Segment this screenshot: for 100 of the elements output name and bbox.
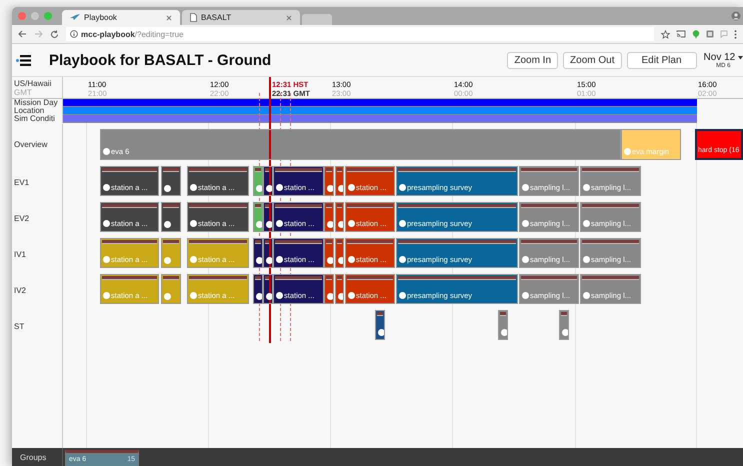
info-icon bbox=[70, 30, 78, 38]
row-label: EV2 bbox=[14, 214, 30, 222]
status-dot bbox=[399, 184, 406, 191]
status-dot bbox=[583, 256, 590, 263]
band-label: Location bbox=[14, 107, 44, 115]
groups-label: Groups bbox=[20, 452, 46, 462]
row-label: IV1 bbox=[14, 250, 26, 258]
timezone-label: US/Hawaii bbox=[14, 78, 52, 88]
status-dot bbox=[276, 256, 283, 263]
activity-block[interactable] bbox=[324, 202, 334, 232]
status-dot bbox=[256, 257, 262, 264]
activity-block[interactable] bbox=[263, 274, 273, 304]
status-dot bbox=[190, 220, 197, 227]
close-tab-icon[interactable] bbox=[166, 14, 172, 20]
cast-icon[interactable] bbox=[676, 30, 686, 38]
status-dot bbox=[190, 256, 197, 263]
activity-block[interactable] bbox=[324, 166, 334, 196]
activity-block[interactable] bbox=[161, 166, 181, 196]
activity-block[interactable] bbox=[263, 202, 273, 232]
status-dot bbox=[399, 256, 406, 263]
caret-icon bbox=[738, 56, 743, 60]
url-text: mcc-playbook/?editing=true bbox=[81, 30, 184, 38]
menu-icon[interactable] bbox=[16, 54, 31, 66]
toolbar-button[interactable]: Zoom Out bbox=[563, 52, 622, 68]
status-dot bbox=[164, 257, 171, 264]
activity-block[interactable] bbox=[161, 202, 181, 232]
status-dot bbox=[583, 220, 590, 227]
status-dot bbox=[327, 293, 333, 300]
status-dot bbox=[103, 184, 110, 191]
activity-block[interactable] bbox=[253, 238, 263, 268]
status-dot bbox=[190, 292, 197, 299]
status-dot bbox=[583, 292, 590, 299]
toolbar-button[interactable]: Edit Plan bbox=[626, 52, 697, 68]
page-icon bbox=[190, 13, 197, 22]
status-dot bbox=[348, 292, 355, 299]
row-label: Overview bbox=[14, 140, 48, 148]
status-dot bbox=[378, 329, 384, 336]
activity-block[interactable] bbox=[161, 238, 181, 268]
status-dot bbox=[164, 293, 171, 300]
more-icon[interactable] bbox=[734, 30, 737, 38]
status-dot bbox=[266, 185, 272, 192]
activity-block[interactable] bbox=[161, 274, 181, 304]
activity-block[interactable] bbox=[335, 274, 344, 304]
status-dot bbox=[103, 148, 110, 155]
reload-icon[interactable] bbox=[50, 30, 59, 38]
activity-block[interactable] bbox=[263, 166, 273, 196]
status-dot bbox=[103, 220, 110, 227]
status-dot bbox=[327, 257, 333, 264]
status-dot bbox=[256, 293, 262, 300]
status-dot bbox=[190, 184, 197, 191]
extension-icon[interactable] bbox=[706, 30, 714, 38]
activity-block[interactable] bbox=[335, 166, 344, 196]
status-dot bbox=[266, 221, 272, 228]
status-dot bbox=[399, 220, 406, 227]
toolbar-button[interactable]: Zoom In bbox=[507, 52, 558, 68]
status-dot bbox=[256, 185, 262, 192]
status-dot bbox=[348, 256, 355, 263]
activity-block[interactable] bbox=[498, 310, 508, 340]
status-dot bbox=[338, 221, 343, 228]
status-dot bbox=[562, 329, 568, 336]
status-dot bbox=[266, 257, 272, 264]
browser-tab[interactable]: Playbook bbox=[62, 10, 180, 25]
page-title: Playbook for BASALT - Ground bbox=[49, 52, 272, 68]
status-dot bbox=[103, 256, 110, 263]
activity-block[interactable] bbox=[253, 202, 263, 232]
activity-block[interactable] bbox=[559, 310, 569, 340]
status-dot bbox=[338, 185, 343, 192]
status-dot bbox=[348, 220, 355, 227]
activity-block[interactable] bbox=[375, 310, 385, 340]
status-dot bbox=[327, 221, 333, 228]
status-dot bbox=[501, 329, 507, 336]
status-dot bbox=[338, 293, 343, 300]
band-label: Sim Conditi bbox=[14, 115, 55, 123]
status-dot bbox=[276, 220, 283, 227]
profile-icon[interactable] bbox=[731, 11, 741, 21]
row-label: ST bbox=[14, 322, 24, 330]
status-dot bbox=[624, 148, 631, 155]
status-dot bbox=[256, 221, 262, 228]
activity-block[interactable] bbox=[324, 274, 334, 304]
status-dot bbox=[276, 292, 283, 299]
star-icon[interactable] bbox=[661, 30, 670, 38]
address-field[interactable]: mcc-playbook/?editing=true bbox=[66, 27, 654, 41]
band-label: Mission Day bbox=[14, 99, 58, 107]
status-dot bbox=[522, 292, 529, 299]
activity-block[interactable] bbox=[335, 202, 344, 232]
browser-tab[interactable]: BASALT bbox=[182, 10, 300, 25]
status-dot bbox=[266, 293, 272, 300]
row-label: IV2 bbox=[14, 286, 26, 294]
activity-block[interactable] bbox=[335, 238, 344, 268]
activity-block[interactable] bbox=[253, 166, 263, 196]
back-icon[interactable] bbox=[18, 30, 27, 38]
status-dot bbox=[327, 185, 333, 192]
status-dot bbox=[276, 184, 283, 191]
timezone-label: GMT bbox=[14, 88, 32, 96]
activity-block[interactable] bbox=[253, 274, 263, 304]
activity-block[interactable] bbox=[263, 238, 273, 268]
status-dot bbox=[522, 184, 529, 191]
close-tab-icon[interactable] bbox=[286, 14, 292, 20]
row-label: EV1 bbox=[14, 178, 30, 186]
activity-block[interactable] bbox=[324, 238, 334, 268]
